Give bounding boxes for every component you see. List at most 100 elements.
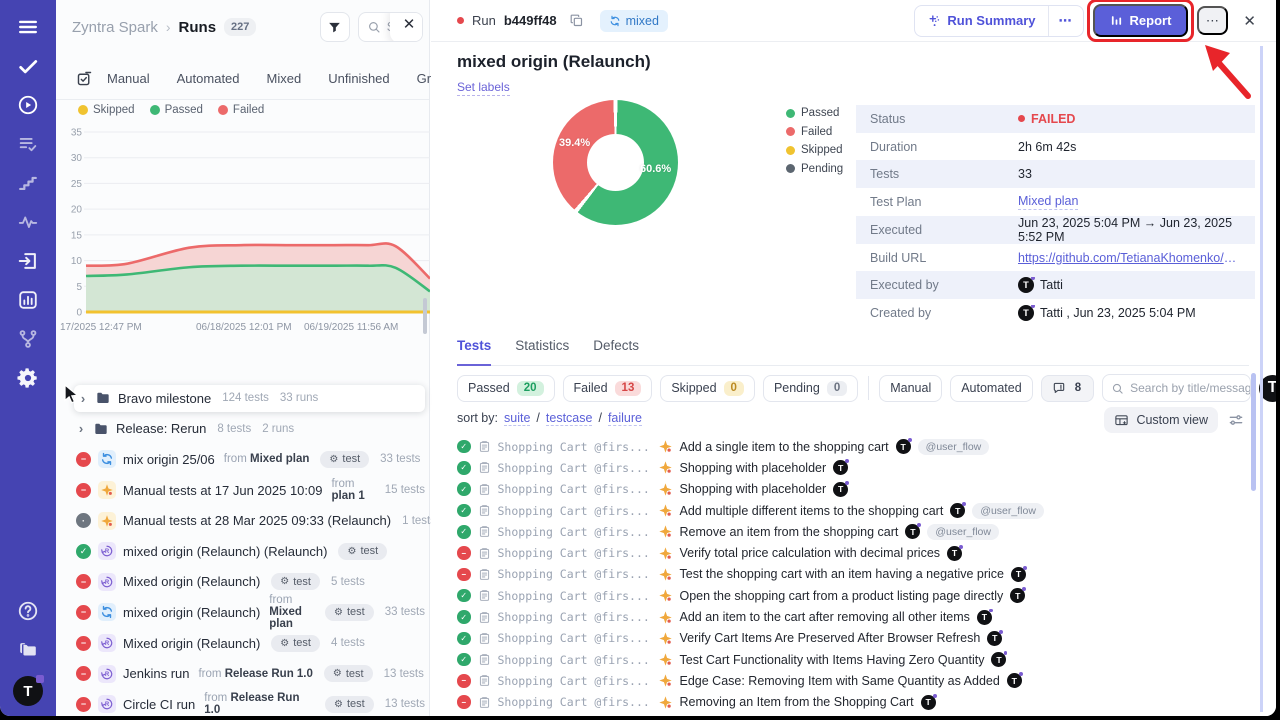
test-row[interactable]: ✓Shopping Cart @firs...Shopping with pla… (457, 457, 1258, 478)
test-row[interactable]: ✓Shopping Cart @firs...Add an item to th… (457, 606, 1258, 627)
run-group-row[interactable]: ›Release: Rerun8 tests2 runs (76, 414, 425, 445)
runs-tab-automated[interactable]: Automated (177, 71, 240, 86)
runs-tab-mixed[interactable]: Mixed (267, 71, 302, 86)
detail-value: TTatti , Jun 23, 2025 5:04 PM (1018, 305, 1241, 321)
run-row[interactable]: −RJenkins runfrom Release Run 1.0⚙test13… (76, 658, 425, 689)
test-author-avatar: T (896, 439, 911, 454)
run-details-table: StatusFAILEDDuration2h 6m 42sTests33Test… (856, 105, 1255, 327)
filter-chip-failed[interactable]: Failed13 (563, 375, 653, 402)
run-meta: 33 runs (280, 392, 318, 404)
sidebar-item-menu[interactable] (15, 14, 41, 40)
filter-button[interactable] (320, 12, 350, 42)
breadcrumb-project[interactable]: Zyntra Spark (72, 19, 158, 36)
test-author-avatar: T (1007, 673, 1022, 688)
custom-view-button[interactable]: Custom view (1104, 407, 1218, 433)
test-row[interactable]: ✓Shopping Cart @firs...Add multiple diff… (457, 500, 1258, 521)
chevron-right-icon[interactable]: › (76, 421, 86, 436)
filter-chip-label: Manual (890, 381, 931, 395)
test-row[interactable]: −Shopping Cart @firs...Removing an Item … (457, 692, 1258, 713)
donut-legend-label: Failed (801, 126, 832, 138)
close-panel-button[interactable]: ✕ (390, 12, 423, 42)
manual-test-icon (658, 524, 673, 539)
app-window: T Zyntra Spark › Runs 227 Search [Cmd + … (0, 0, 1276, 716)
sidebar-item-steps[interactable] (15, 170, 41, 196)
test-suite-path: Shopping Cart @firs... (498, 546, 651, 560)
sidebar-item-list-check[interactable] (15, 131, 41, 157)
filter-chip-comment[interactable]: 8 (1041, 375, 1094, 402)
set-labels-link[interactable]: Set labels (457, 80, 510, 96)
test-row[interactable]: ✓Shopping Cart @firs...Open the shopping… (457, 585, 1258, 606)
sort-by-suite[interactable]: suite (504, 411, 530, 426)
filter-chip-passed[interactable]: Passed20 (457, 375, 555, 402)
copy-icon[interactable] (569, 13, 584, 28)
close-detail-button[interactable]: ✕ (1237, 8, 1262, 34)
sidebar-item-signin[interactable] (15, 248, 41, 274)
run-row[interactable]: −mixed origin (Relaunch)from Mixed plan⚙… (76, 597, 425, 628)
run-row[interactable]: −mix origin 25/06from Mixed plan⚙test33 … (76, 444, 425, 475)
run-name: Jenkins run (123, 666, 189, 681)
run-row[interactable]: −RMixed origin (Relaunch)⚙test4 tests (76, 628, 425, 659)
test-row[interactable]: −Shopping Cart @firs...Verify total pric… (457, 542, 1258, 563)
tab-statistics[interactable]: Statistics (515, 338, 569, 365)
relaunch-icon: R (98, 665, 116, 683)
run-summary-button[interactable]: Run Summary (915, 6, 1047, 36)
manual-test-icon (658, 567, 673, 582)
sort-by-failure[interactable]: failure (608, 411, 642, 426)
filter-chip-skipped[interactable]: Skipped0 (660, 375, 755, 402)
build-url-link[interactable]: https://github.com/TetianaKhomenko/Load-… (1018, 251, 1241, 265)
run-group-row[interactable]: ›Bravo milestone124 tests33 runs (74, 385, 425, 412)
test-row[interactable]: ✓Shopping Cart @firs...Test Cart Functio… (457, 649, 1258, 670)
tests-search-input[interactable]: Search by title/message (1102, 374, 1251, 402)
run-row[interactable]: −Manual tests at 17 Jun 2025 10:09from p… (76, 475, 425, 506)
donut-legend-label: Skipped (801, 144, 843, 156)
sidebar-item-help[interactable] (15, 598, 41, 624)
sidebar-item-gear[interactable] (15, 365, 41, 391)
breadcrumb-section[interactable]: Runs (179, 19, 217, 36)
sidebar-item-bar-chart[interactable] (15, 287, 41, 313)
sliders-icon[interactable] (1228, 412, 1244, 428)
test-row[interactable]: ✓Shopping Cart @firs...Verify Cart Items… (457, 628, 1258, 649)
run-meta: 13 tests (384, 668, 424, 680)
test-suite-path: Shopping Cart @firs... (498, 482, 651, 496)
filter-chip-pending[interactable]: Pending0 (763, 375, 858, 402)
gear-icon: ⚙ (329, 454, 338, 465)
donut-failed-label: 39.4% (559, 137, 590, 149)
test-row[interactable]: −Shopping Cart @firs...Edge Case: Removi… (457, 670, 1258, 691)
test-plan-link[interactable]: Mixed plan (1018, 194, 1078, 210)
test-row[interactable]: ✓Shopping Cart @firs...Add a single item… (457, 436, 1258, 457)
runs-tab-unfinished[interactable]: Unfinished (328, 71, 389, 86)
tab-defects[interactable]: Defects (593, 338, 639, 365)
sidebar-item-check[interactable] (15, 53, 41, 79)
test-row[interactable]: ✓Shopping Cart @firs...Shopping with pla… (457, 479, 1258, 500)
sort-by-testcase[interactable]: testcase (546, 411, 593, 426)
run-row[interactable]: ✓Rmixed origin (Relaunch) (Relaunch)⚙tes… (76, 536, 425, 567)
run-from-plan: from plan 1 (331, 478, 373, 502)
right-scrollbar-track[interactable] (1260, 46, 1263, 712)
left-scrollbar-thumb[interactable] (423, 298, 427, 334)
test-badge: ⚙test (271, 573, 320, 590)
runs-search-input[interactable]: Search [Cmd + K] ✕ (358, 12, 423, 42)
filter-chip-automated[interactable]: Automated (950, 375, 1032, 402)
run-row[interactable]: ·Manual tests at 28 Mar 2025 09:33 (Rela… (76, 505, 425, 536)
test-title: Add multiple different items to the shop… (680, 504, 944, 518)
tab-tests[interactable]: Tests (457, 338, 491, 366)
x-tick-label: 06/19/2025 11:56 AM (304, 322, 398, 333)
sidebar-item-play-circle[interactable] (15, 92, 41, 118)
report-button[interactable]: Report (1093, 4, 1189, 37)
clipboard-icon (478, 632, 491, 645)
run-type-badge: mixed (600, 10, 668, 32)
right-scrollbar-thumb[interactable] (1251, 373, 1256, 491)
test-row[interactable]: ✓Shopping Cart @firs...Remove an item fr… (457, 521, 1258, 542)
user-avatar[interactable]: T (13, 676, 43, 706)
run-row[interactable]: −RCircle CI runfrom Release Run 1.0⚙test… (76, 689, 425, 716)
filter-chip-manual[interactable]: Manual (879, 375, 942, 402)
runs-tab-manual[interactable]: Manual (107, 71, 150, 86)
sidebar-item-folders[interactable] (15, 637, 41, 663)
test-row[interactable]: −Shopping Cart @firs...Test the shopping… (457, 564, 1258, 585)
run-summary-more-button[interactable]: ⋯ (1049, 6, 1083, 36)
more-actions-button[interactable]: ⋯ (1197, 6, 1228, 35)
run-row[interactable]: −RMixed origin (Relaunch)⚙test5 tests (76, 567, 425, 598)
sidebar-item-pulse[interactable] (15, 209, 41, 235)
sidebar-item-branch[interactable] (15, 326, 41, 352)
select-runs-icon[interactable] (76, 70, 93, 87)
